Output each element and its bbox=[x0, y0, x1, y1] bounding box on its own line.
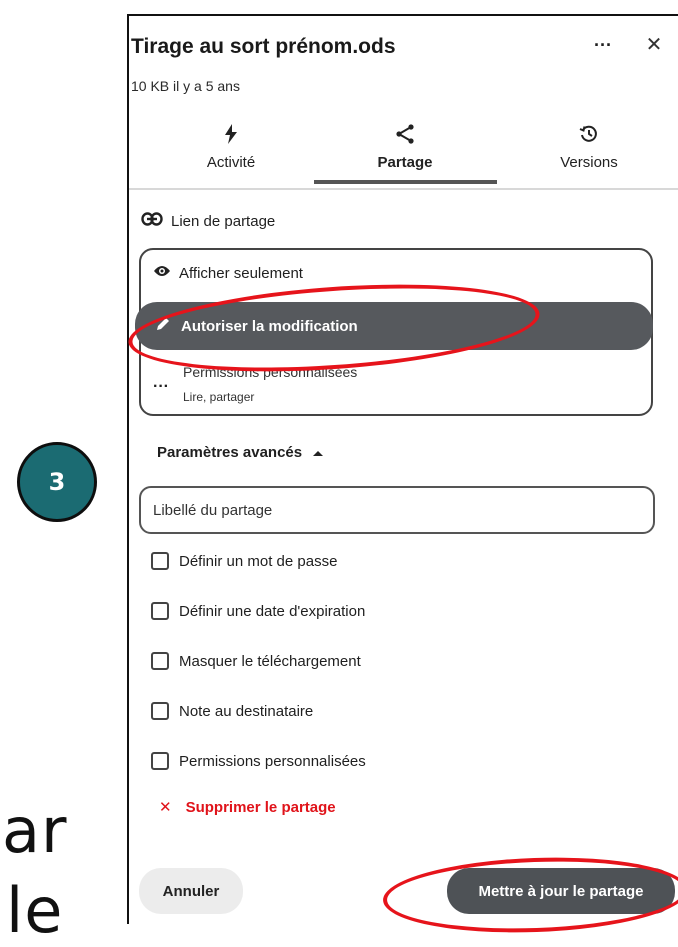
permission-custom-label: Permissions personnalisées bbox=[183, 364, 358, 380]
caret-up-icon bbox=[312, 444, 324, 461]
more-options-button[interactable]: ··· bbox=[592, 34, 614, 56]
advanced-settings-label: Paramètres avancés bbox=[157, 444, 303, 461]
tab-label: Partage bbox=[377, 154, 433, 171]
permission-custom-sub: Lire, partager bbox=[183, 390, 255, 404]
checkbox[interactable] bbox=[151, 702, 169, 720]
share-link-heading: Lien de partage bbox=[141, 212, 275, 230]
background-text-2: le bbox=[6, 874, 64, 947]
checkbox[interactable] bbox=[151, 602, 169, 620]
delete-share-button[interactable]: ✕ Supprimer le partage bbox=[159, 798, 336, 817]
tab-label: Activité bbox=[206, 154, 256, 171]
checkbox-label: Masquer le téléchargement bbox=[179, 652, 361, 670]
checkbox-expiration[interactable]: Définir une date d'expiration bbox=[151, 602, 365, 620]
permission-view-label: Afficher seulement bbox=[179, 264, 303, 282]
checkbox-note[interactable]: Note au destinataire bbox=[151, 702, 313, 720]
advanced-settings-toggle[interactable]: Paramètres avancés bbox=[157, 444, 324, 461]
checkbox-label: Définir un mot de passe bbox=[179, 552, 338, 570]
step-badge: 3 bbox=[17, 442, 97, 522]
permission-allow-edit[interactable]: Autoriser la modification bbox=[135, 302, 653, 350]
checkbox[interactable] bbox=[151, 652, 169, 670]
tab-versions[interactable]: Versions bbox=[519, 120, 659, 188]
ellipsis-icon: ··· bbox=[594, 34, 612, 55]
ellipsis-icon: ··· bbox=[153, 378, 169, 395]
active-tab-indicator bbox=[314, 180, 497, 184]
sharing-panel: Tirage au sort prénom.ods 10 KB il y a 5… bbox=[127, 14, 678, 924]
update-share-button[interactable]: Mettre à jour le partage bbox=[447, 868, 675, 914]
share-icon bbox=[335, 120, 475, 148]
checkbox-label: Permissions personnalisées bbox=[179, 752, 366, 770]
pencil-icon bbox=[155, 316, 171, 336]
close-button[interactable]: ✕ bbox=[643, 33, 665, 56]
delete-share-label: Supprimer le partage bbox=[185, 798, 336, 816]
bolt-icon bbox=[161, 120, 301, 148]
file-title: Tirage au sort prénom.ods bbox=[131, 35, 396, 58]
checkbox-hide-download[interactable]: Masquer le téléchargement bbox=[151, 652, 361, 670]
background-text-1: ar bbox=[2, 794, 68, 867]
eye-icon bbox=[153, 264, 171, 282]
share-label-input[interactable] bbox=[139, 486, 655, 534]
checkbox-label: Définir une date d'expiration bbox=[179, 602, 366, 620]
checkbox-password[interactable]: Définir un mot de passe bbox=[151, 552, 337, 570]
link-icon bbox=[141, 212, 163, 230]
permission-edit-label: Autoriser la modification bbox=[181, 317, 358, 335]
checkbox-label: Note au destinataire bbox=[179, 702, 314, 720]
close-icon: ✕ bbox=[645, 33, 663, 56]
file-meta: 10 KB il y a 5 ans bbox=[131, 78, 240, 94]
tab-partage[interactable]: Partage bbox=[335, 120, 475, 188]
checkbox[interactable] bbox=[151, 752, 169, 770]
checkbox-custom-permissions[interactable]: Permissions personnalisées bbox=[151, 752, 366, 770]
tab-label: Versions bbox=[560, 154, 618, 171]
cancel-button[interactable]: Annuler bbox=[139, 868, 243, 914]
close-icon: ✕ bbox=[159, 799, 172, 816]
checkbox[interactable] bbox=[151, 552, 169, 570]
tab-activite[interactable]: Activité bbox=[161, 120, 301, 188]
permission-view-only[interactable]: Afficher seulement bbox=[153, 264, 303, 282]
share-link-label: Lien de partage bbox=[171, 212, 276, 230]
history-icon bbox=[519, 120, 659, 148]
